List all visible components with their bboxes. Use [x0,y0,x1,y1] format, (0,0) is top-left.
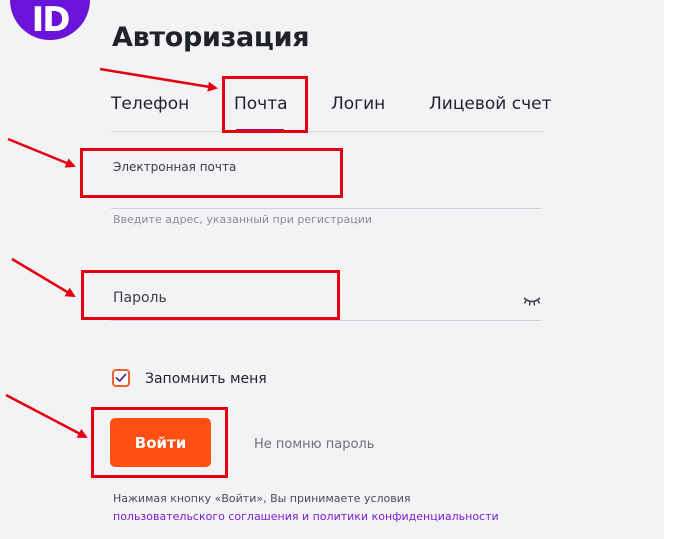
arrow-to-email-tab [99,67,218,92]
arrow-to-password-field [11,257,76,298]
annotation-arrows [5,67,218,439]
arrow-to-login-button [5,393,88,439]
arrow-to-email-field [7,137,76,168]
